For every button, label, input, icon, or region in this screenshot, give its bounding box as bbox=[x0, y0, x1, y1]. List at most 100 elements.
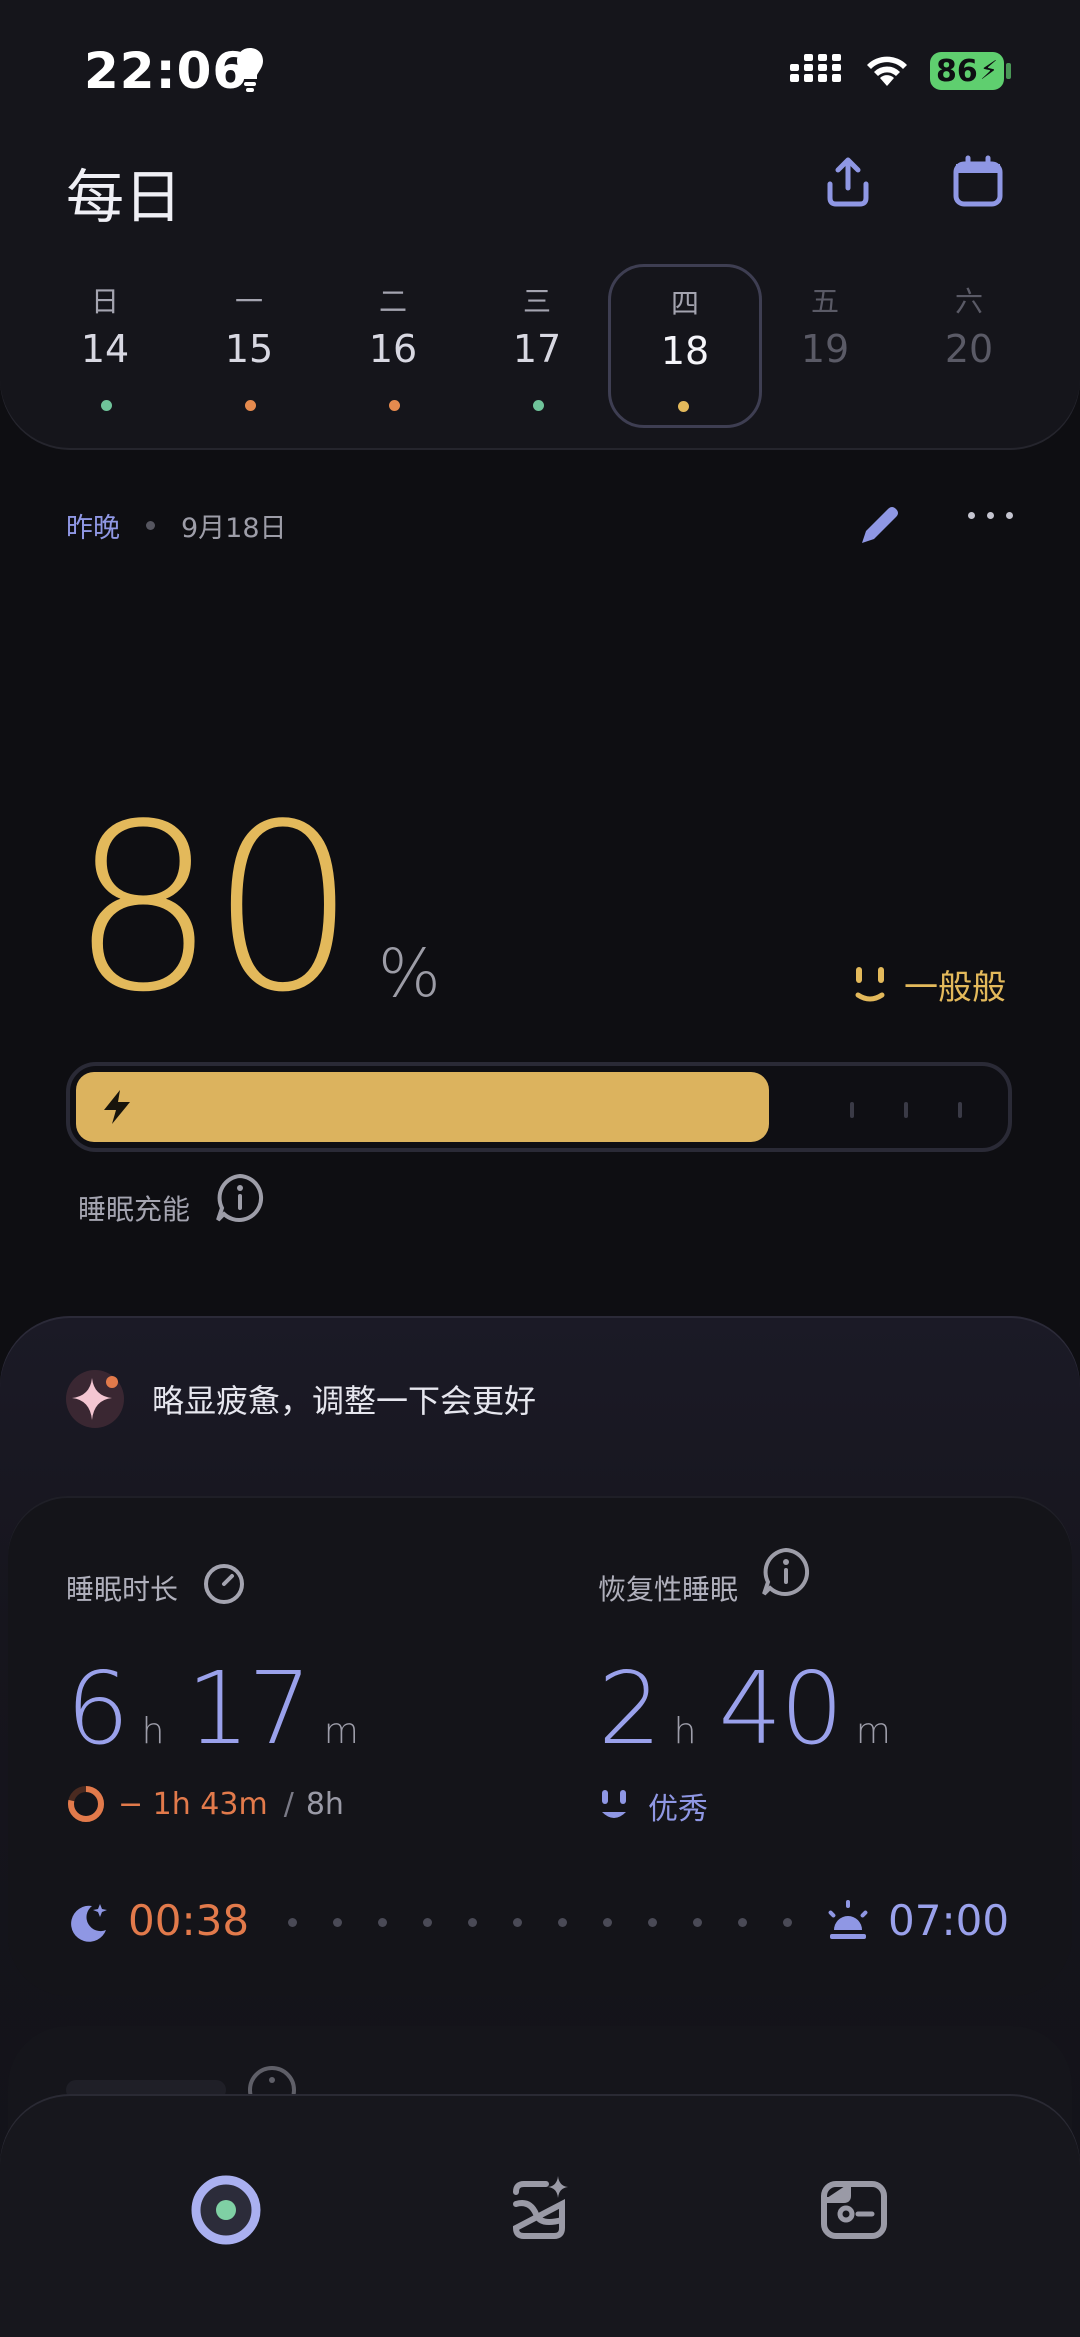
goal-separator: / bbox=[283, 1786, 294, 1822]
sleep-ring-icon[interactable] bbox=[186, 2170, 266, 2250]
page-title: 每日 bbox=[66, 163, 183, 231]
deficit-value: − 1h 43m bbox=[118, 1786, 268, 1822]
wifi-icon bbox=[867, 56, 907, 86]
sparkle-icon bbox=[66, 1370, 124, 1428]
restorative-sleep-label: 恢复性睡眠 bbox=[598, 1573, 739, 1606]
sleep-goal: 8h bbox=[305, 1786, 344, 1822]
day-weekday: 三 bbox=[522, 285, 551, 318]
battery-level: 86 bbox=[935, 53, 978, 89]
day-weekday: 六 bbox=[954, 285, 983, 318]
charge-bar-fill bbox=[76, 1072, 769, 1142]
timeline-dot bbox=[423, 1918, 432, 1927]
restorative-minutes: 40 bbox=[718, 1650, 843, 1767]
profile-card-icon[interactable] bbox=[814, 2170, 894, 2250]
happy-face-icon bbox=[602, 1790, 626, 1818]
day-weekday: 二 bbox=[378, 285, 407, 318]
timeline-dots bbox=[288, 1918, 792, 1927]
more-dot bbox=[1006, 512, 1013, 519]
score-unit: % bbox=[378, 935, 441, 1012]
sunrise-alarm-icon bbox=[828, 1900, 868, 1939]
day-date: 16 bbox=[368, 327, 418, 371]
restorative-rating: 优秀 bbox=[600, 1784, 708, 1828]
sleep-deficit: − 1h 43m / 8h bbox=[66, 1784, 344, 1824]
timeline-dot bbox=[558, 1918, 567, 1927]
progress-ring-icon bbox=[68, 1786, 104, 1822]
timeline-dot bbox=[378, 1918, 387, 1927]
bedtime: 00:38 bbox=[128, 1896, 250, 1945]
day-status-dot bbox=[245, 400, 256, 411]
status-time: 22:06 bbox=[84, 42, 249, 100]
status-bar: 22:06 86 ⚡ bbox=[0, 0, 1080, 140]
timeline-dot bbox=[288, 1918, 297, 1927]
bar-tick bbox=[904, 1102, 908, 1118]
info-icon[interactable] bbox=[760, 1546, 812, 1598]
hours-unit: h bbox=[141, 1711, 165, 1752]
timeline-dot bbox=[513, 1918, 522, 1927]
timeline-dot bbox=[693, 1918, 702, 1927]
day-weekday: 一 bbox=[234, 285, 263, 318]
timeline-dot bbox=[468, 1918, 477, 1927]
day-date: 19 bbox=[800, 327, 850, 371]
calendar-icon[interactable] bbox=[948, 152, 1008, 212]
day-monday[interactable]: 一 15 bbox=[174, 262, 324, 430]
day-weekday: 日 bbox=[90, 285, 119, 318]
insight-text: 略显疲惫，调整一下会更好 bbox=[152, 1382, 537, 1420]
day-sunday[interactable]: 日 14 bbox=[30, 262, 180, 430]
separator-dot bbox=[146, 520, 155, 530]
week-strip: 日 14 一 15 二 16 三 17 四 18 五 19 六 20 bbox=[30, 262, 1050, 430]
day-date: 14 bbox=[80, 327, 130, 371]
charge-label: 睡眠充能 bbox=[78, 1193, 191, 1226]
session-date: 9月18日 bbox=[181, 512, 287, 544]
day-date: 17 bbox=[512, 327, 562, 371]
neutral-face-icon bbox=[855, 966, 885, 1001]
day-weekday: 五 bbox=[810, 285, 839, 318]
timeline-dot bbox=[333, 1918, 342, 1927]
sleep-duration-value: 6 h 17 m bbox=[66, 1650, 381, 1767]
hours-unit: h bbox=[673, 1711, 697, 1752]
day-status-dot bbox=[533, 400, 544, 411]
more-options-button[interactable] bbox=[968, 512, 1013, 519]
duration-hours: 6 bbox=[66, 1650, 130, 1767]
battery-nub bbox=[1006, 63, 1011, 79]
day-saturday[interactable]: 六 20 bbox=[894, 262, 1044, 430]
wake-time: 07:00 bbox=[888, 1896, 1010, 1945]
day-friday[interactable]: 五 19 bbox=[750, 262, 900, 430]
mood-rating: 一般般 bbox=[852, 960, 1006, 1009]
minutes-unit: m bbox=[855, 1711, 891, 1752]
sleep-charge-bar bbox=[66, 1062, 1012, 1152]
insight-banner[interactable]: 略显疲惫，调整一下会更好 bbox=[66, 1370, 536, 1428]
day-thursday-selected[interactable]: 四 18 bbox=[608, 264, 762, 428]
moon-icon bbox=[71, 1904, 107, 1942]
restorative-sleep-value: 2 h 40 m bbox=[598, 1650, 913, 1767]
clock-icon bbox=[204, 1564, 244, 1604]
timeline-dot bbox=[783, 1918, 792, 1927]
day-date: 20 bbox=[944, 327, 994, 371]
bar-tick bbox=[958, 1102, 962, 1118]
minutes-unit: m bbox=[323, 1711, 359, 1752]
share-icon[interactable] bbox=[818, 152, 878, 212]
session-header: 昨晚 9月18日 bbox=[66, 505, 287, 545]
lightbulb-icon bbox=[237, 48, 263, 92]
day-weekday: 四 bbox=[670, 287, 699, 320]
sparkle-card-icon[interactable] bbox=[500, 2170, 580, 2250]
sleep-charge-score: 80 bbox=[70, 776, 357, 1043]
charging-bolt-icon: ⚡ bbox=[979, 56, 998, 86]
day-tuesday[interactable]: 二 16 bbox=[318, 262, 468, 430]
day-status-dot bbox=[101, 400, 112, 411]
restorative-hours: 2 bbox=[598, 1650, 662, 1767]
cellular-signal-icon bbox=[790, 54, 841, 82]
edit-pencil-icon[interactable] bbox=[852, 497, 908, 553]
battery-indicator: 86 ⚡ bbox=[930, 52, 1004, 90]
more-dot bbox=[968, 512, 975, 519]
info-icon[interactable] bbox=[214, 1172, 266, 1224]
bar-tick bbox=[850, 1102, 854, 1118]
timeline-dot bbox=[603, 1918, 612, 1927]
sleep-timeline: 00:38 07:00 bbox=[66, 1896, 1012, 1956]
day-status-dot bbox=[389, 400, 400, 411]
duration-minutes: 17 bbox=[186, 1650, 311, 1767]
rating-label: 优秀 bbox=[648, 1792, 708, 1827]
sleep-duration-label: 睡眠时长 bbox=[66, 1573, 179, 1606]
day-wednesday[interactable]: 三 17 bbox=[462, 262, 612, 430]
day-status-dot bbox=[678, 401, 689, 412]
bolt-icon bbox=[104, 1090, 130, 1124]
